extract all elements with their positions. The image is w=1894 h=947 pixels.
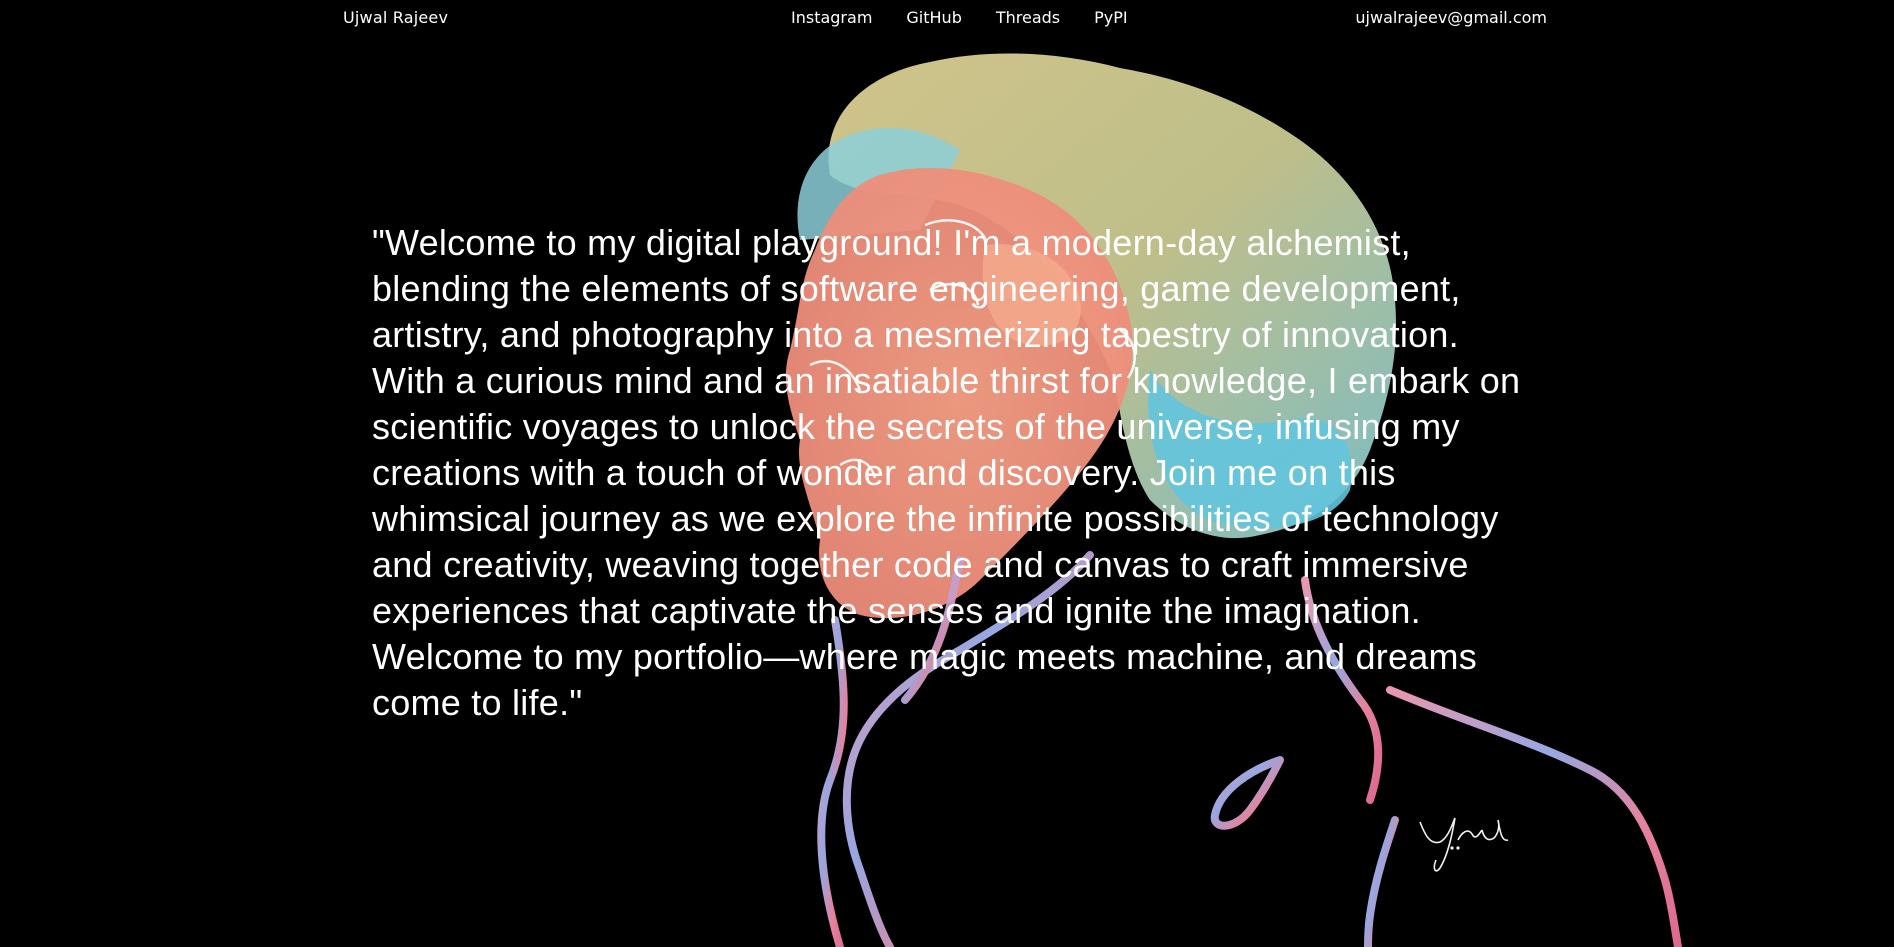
signature [1419, 817, 1509, 872]
social-nav: Instagram GitHub Threads PyPI [791, 8, 1128, 27]
nav-link-instagram[interactable]: Instagram [791, 8, 872, 27]
top-navigation-bar: Ujwal Rajeev Instagram GitHub Threads Py… [0, 0, 1894, 38]
site-brand-link[interactable]: Ujwal Rajeev [343, 8, 448, 27]
nav-link-github[interactable]: GitHub [906, 8, 961, 27]
nav-link-pypi[interactable]: PyPI [1094, 8, 1127, 27]
portfolio-page: Ujwal Rajeev Instagram GitHub Threads Py… [0, 0, 1894, 947]
nav-link-threads[interactable]: Threads [996, 8, 1060, 27]
email-link[interactable]: ujwalrajeev@gmail.com [1355, 8, 1547, 27]
hero-intro-text: "Welcome to my digital playground! I'm a… [372, 222, 1521, 723]
shoulder-line-right [1386, 686, 1682, 947]
